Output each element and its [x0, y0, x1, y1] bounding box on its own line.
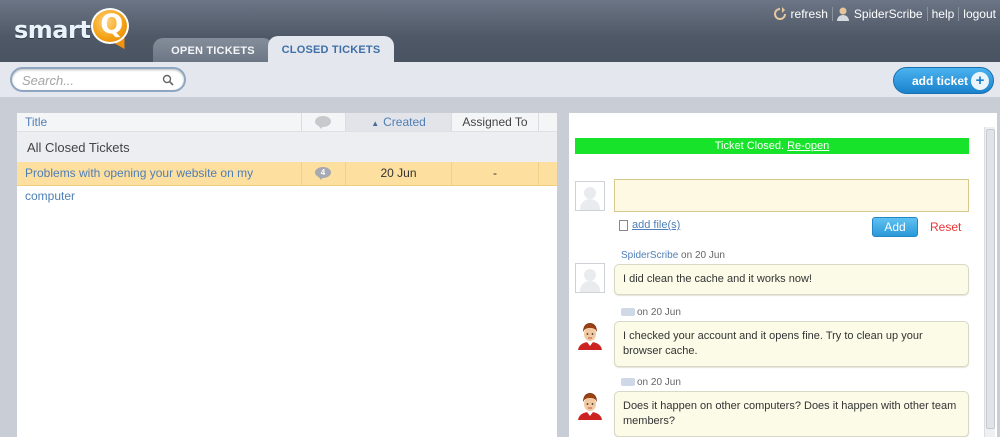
- column-header-comments[interactable]: [302, 113, 346, 131]
- ticket-status-bar: Ticket Closed. Re-open: [575, 138, 969, 154]
- message-author-redacted: [621, 308, 635, 317]
- app-logo[interactable]: smart Q: [14, 8, 132, 54]
- divider: [831, 7, 833, 21]
- ticket-assigned-to: -: [452, 162, 539, 185]
- help-link[interactable]: help: [932, 7, 955, 21]
- comment-count-bubble-icon: 4: [315, 167, 331, 180]
- ticket-title[interactable]: Problems with opening your website on my…: [17, 162, 302, 203]
- reopen-link[interactable]: Re-open: [787, 140, 829, 152]
- logo-q-icon: Q: [91, 8, 132, 54]
- message-date: on 20 Jun: [637, 377, 681, 388]
- scrollbar-thumb[interactable]: [986, 129, 995, 429]
- divider: [926, 7, 928, 21]
- user-link[interactable]: SpiderScribe: [854, 7, 923, 21]
- refresh-link[interactable]: refresh: [791, 7, 828, 21]
- logo-letter: Q: [100, 9, 124, 40]
- message-meta: on 20 Jun: [621, 377, 681, 388]
- comment-bubble-icon: [315, 116, 331, 129]
- message-bubble: I did clean the cache and it works now!: [614, 264, 969, 295]
- add-ticket-button[interactable]: add ticket +: [893, 67, 994, 94]
- logout-link[interactable]: logout: [963, 7, 996, 21]
- ticket-detail-panel: Ticket Closed. Re-open add file(s) Add R…: [568, 112, 998, 437]
- column-header-created-label: Created: [383, 115, 426, 129]
- reply-textarea[interactable]: [614, 179, 969, 212]
- divider: [958, 7, 960, 21]
- scrollbar[interactable]: [984, 127, 995, 437]
- message-meta: on 20 Jun: [621, 307, 681, 318]
- document-icon: [619, 220, 628, 231]
- column-header-assigned-to[interactable]: Assigned To: [452, 113, 539, 131]
- app-header: smart Q OPEN TICKETS CLOSED TICKETS refr…: [0, 0, 1000, 62]
- add-ticket-label: add ticket: [912, 74, 969, 88]
- comment-count: 4: [302, 162, 346, 185]
- ticket-status-text: Ticket Closed.: [714, 140, 785, 152]
- message-bubble: I checked your account and it opens fine…: [614, 321, 969, 367]
- column-header-created[interactable]: ▲ Created: [346, 113, 452, 131]
- search-box[interactable]: [10, 67, 186, 92]
- user-icon: [836, 7, 849, 21]
- message-date: on 20 Jun: [681, 250, 725, 261]
- tab-open-tickets[interactable]: OPEN TICKETS: [153, 38, 273, 62]
- message-bubble: Does it happen on other computers? Does …: [614, 391, 969, 437]
- ticket-created: 20 Jun: [346, 162, 452, 185]
- add-reply-button[interactable]: Add: [872, 217, 918, 237]
- table-header: Title ▲ Created Assigned To: [17, 113, 557, 132]
- add-files-label: add file(s): [632, 219, 681, 231]
- sort-ascending-icon: ▲: [371, 119, 380, 128]
- toolbar: add ticket +: [0, 62, 1000, 98]
- plus-icon: +: [971, 72, 989, 90]
- tab-closed-tickets[interactable]: CLOSED TICKETS: [268, 36, 394, 62]
- search-input[interactable]: [22, 72, 162, 88]
- table-row[interactable]: Problems with opening your website on my…: [17, 162, 557, 203]
- avatar: [575, 320, 605, 350]
- message-author-redacted: [621, 378, 635, 387]
- avatar: [575, 263, 605, 293]
- add-files-link[interactable]: add file(s): [619, 219, 680, 231]
- column-header-title[interactable]: Title: [17, 113, 302, 131]
- message-date: on 20 Jun: [637, 307, 681, 318]
- message-meta: SpiderScribe on 20 Jun: [621, 250, 725, 261]
- top-links: refresh SpiderScribe help logout: [773, 7, 996, 21]
- avatar: [575, 390, 605, 420]
- refresh-icon[interactable]: [773, 7, 787, 21]
- logo-text: smart: [14, 16, 91, 44]
- search-icon[interactable]: [162, 74, 174, 86]
- message-author[interactable]: SpiderScribe: [621, 250, 678, 261]
- reset-button[interactable]: Reset: [930, 220, 961, 234]
- group-heading: All Closed Tickets: [17, 132, 557, 162]
- ticket-list-panel: Title ▲ Created Assigned To All Closed Ti…: [16, 112, 558, 437]
- avatar: [575, 181, 605, 211]
